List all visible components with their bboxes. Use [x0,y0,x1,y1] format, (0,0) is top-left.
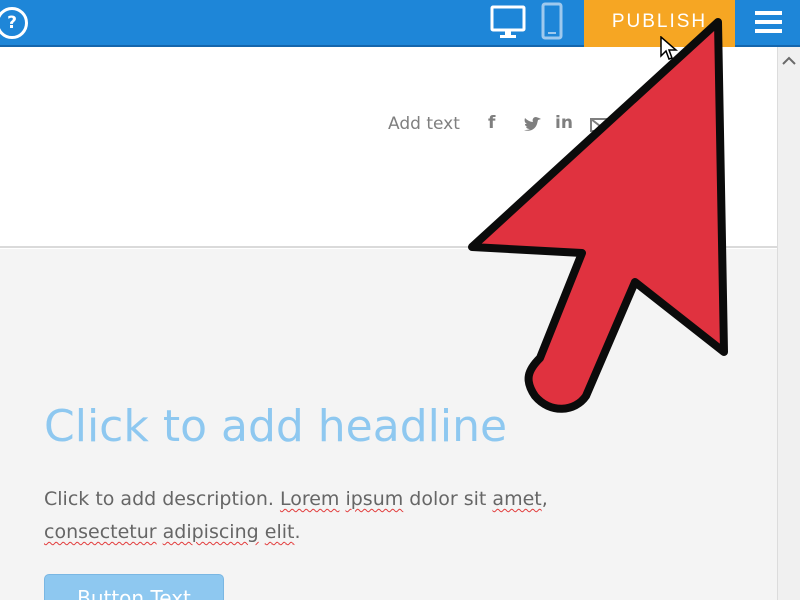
mouse-cursor-icon [660,36,678,60]
mobile-icon [541,2,563,40]
top-toolbar: ? PUBLISH [0,0,800,47]
twitter-icon[interactable] [521,113,545,137]
description-part: , [541,488,548,510]
headline-text[interactable]: Click to add headline [44,401,507,452]
spelling-flagged-word: Lorem [279,488,340,510]
menu-icon [755,11,782,33]
spelling-flagged-word: amet [492,488,542,510]
desktop-view-button[interactable] [489,2,527,42]
description-part: dolor sit [403,488,493,510]
vertical-scrollbar[interactable] [777,47,800,600]
linkedin-glyph: in [555,113,573,133]
spelling-flagged-word: consectetur [44,521,157,543]
add-text-link[interactable]: Add text [388,114,460,134]
help-icon[interactable]: ? [0,7,28,39]
twitter-glyph [524,117,541,131]
spelling-flagged-word: adipiscing [162,521,259,543]
description-part: . [294,521,301,543]
email-glyph [590,118,610,132]
editor-viewport: ? PUBLISH Add text f in Click to add hea… [0,0,800,600]
linkedin-icon[interactable]: in [555,113,579,137]
spelling-flagged-word: elit [264,521,295,543]
page-header-section: Add text f in [0,47,777,248]
email-icon[interactable] [588,113,612,137]
facebook-icon[interactable]: f [488,113,512,137]
scroll-up-arrow-icon[interactable] [778,51,800,71]
description-part: Click to add description. [44,488,280,510]
cta-button[interactable]: Button Text [44,574,224,600]
description-text[interactable]: Click to add description. Lorem ipsum do… [44,483,604,549]
spelling-flagged-word: ipsum [345,488,404,510]
mobile-view-button[interactable] [539,2,565,42]
desktop-icon [490,5,526,38]
hero-section: Click to add headline Click to add descr… [0,249,777,600]
facebook-glyph: f [488,113,496,133]
menu-button[interactable] [748,6,788,40]
